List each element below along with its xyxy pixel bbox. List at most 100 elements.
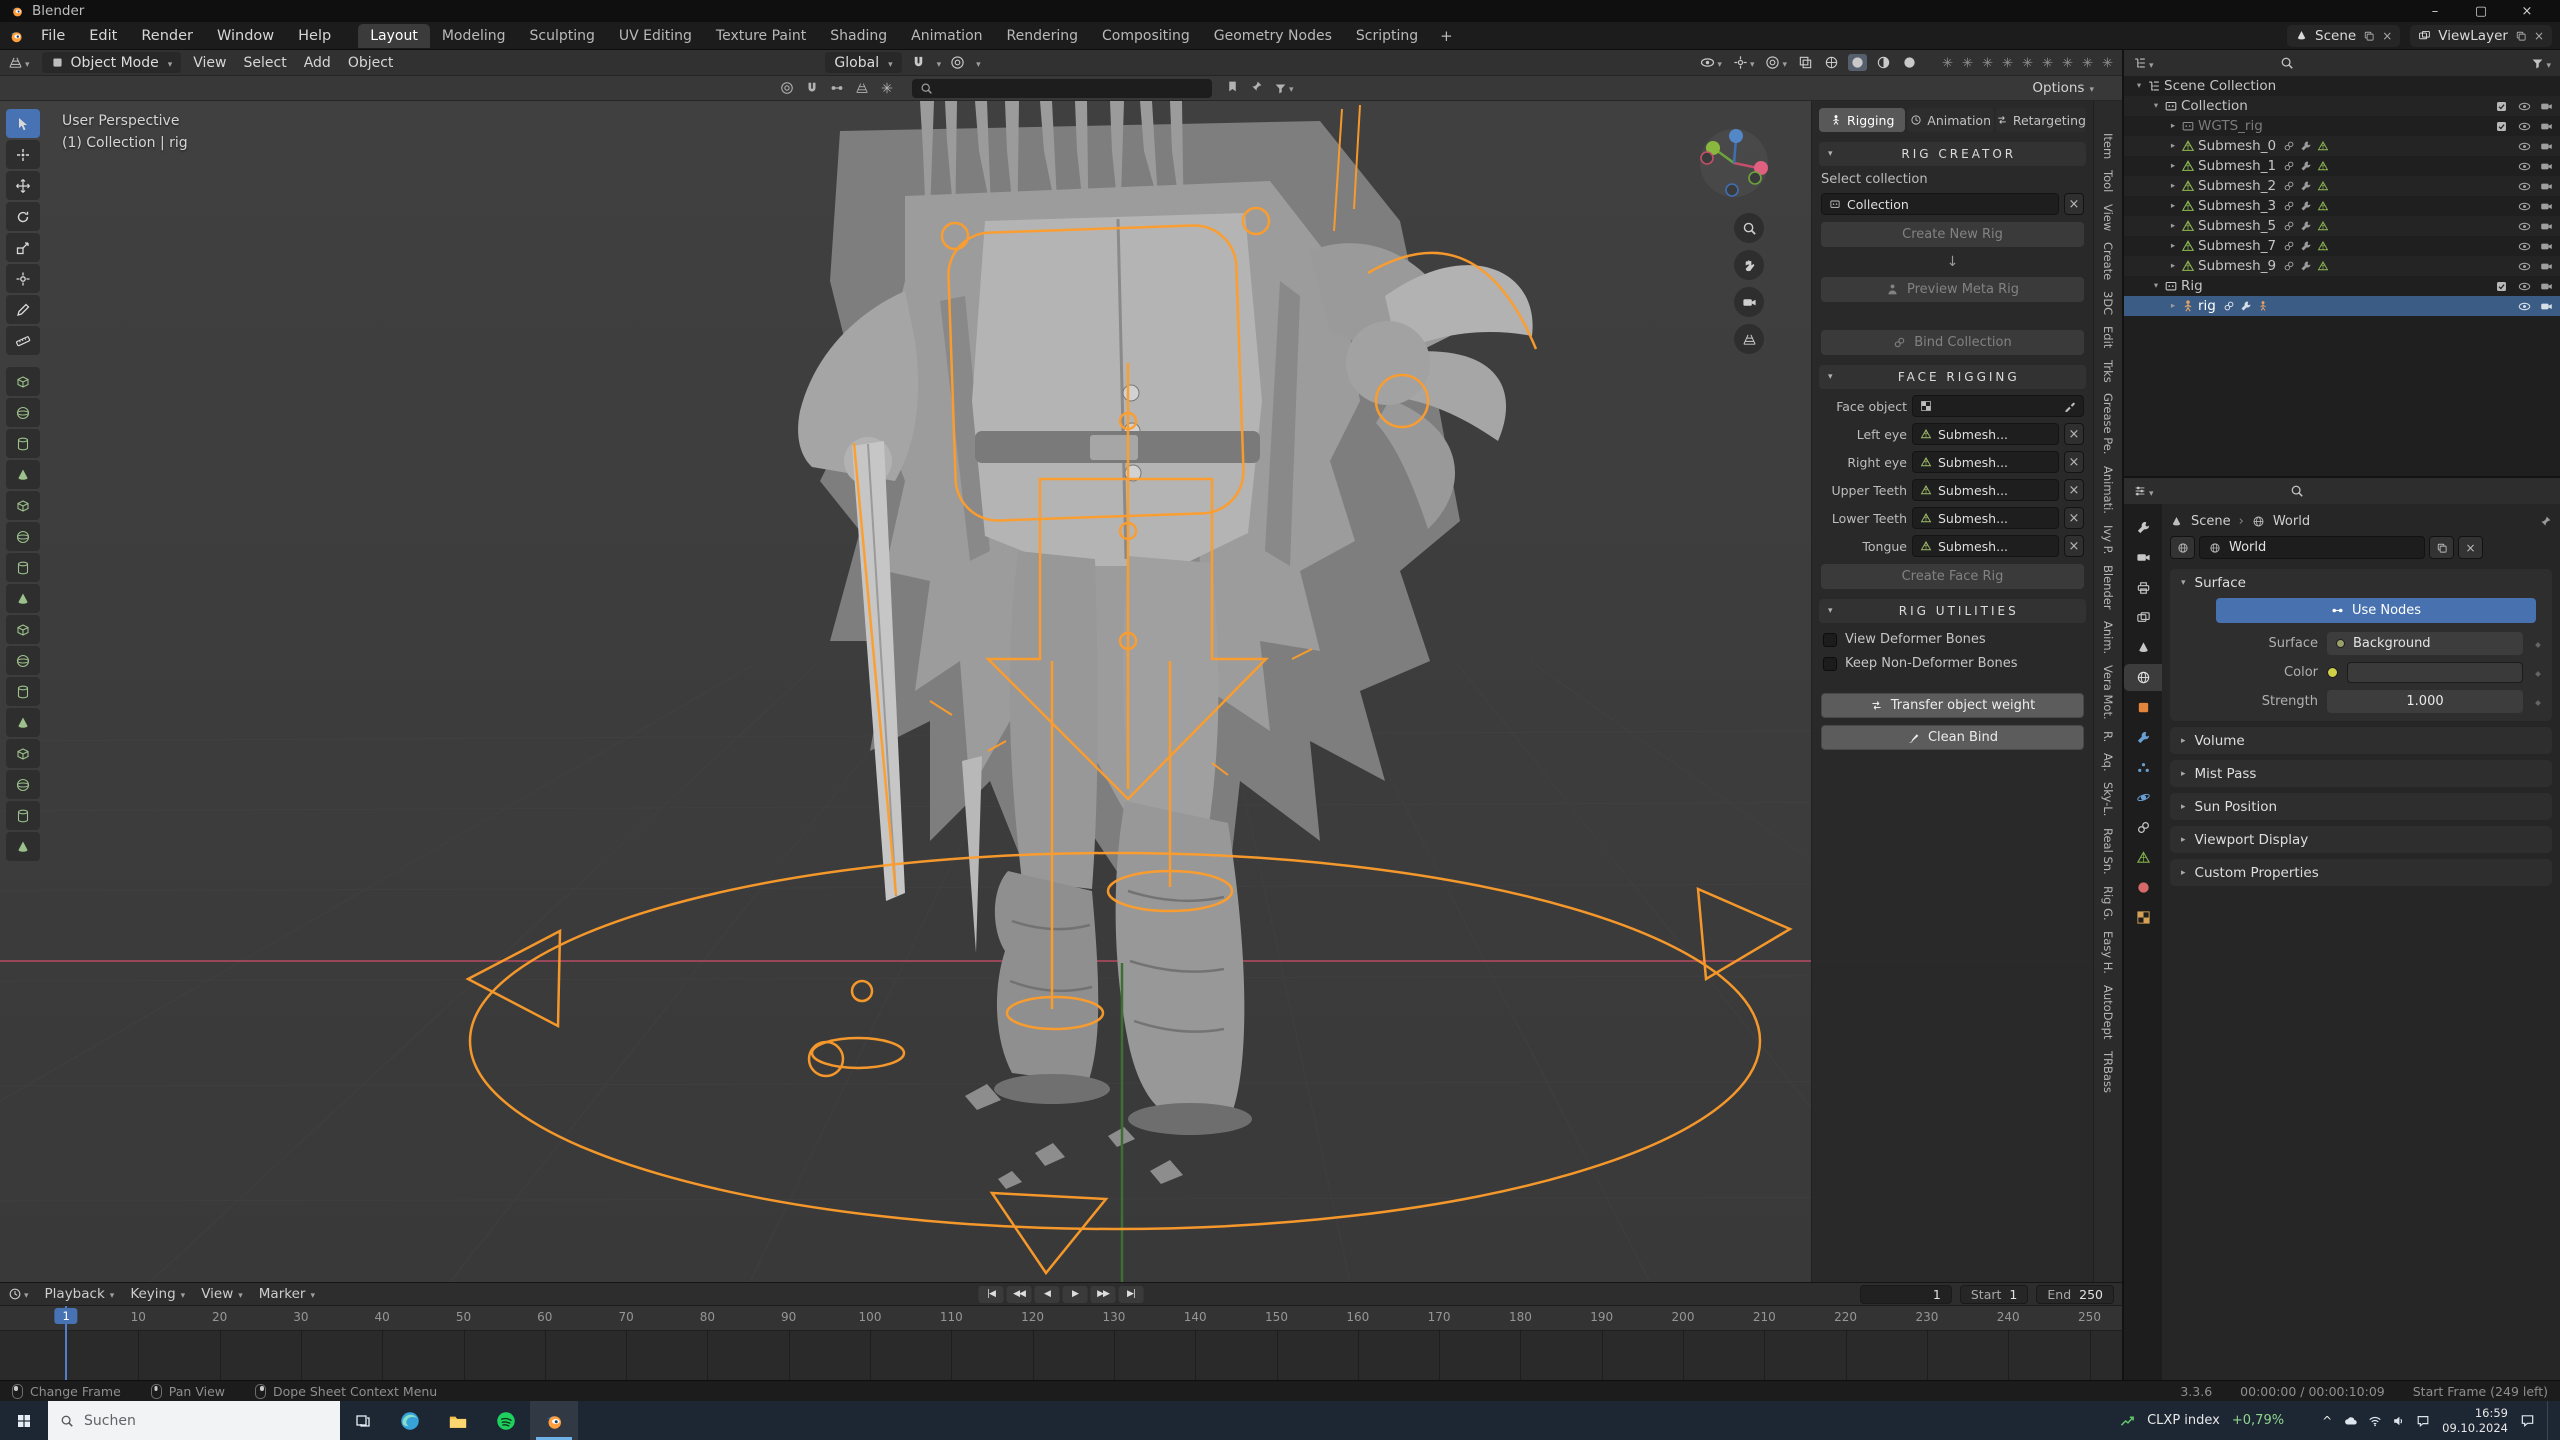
shading-rendered-icon[interactable] <box>1900 54 1919 71</box>
npanel-tab[interactable]: Rigging <box>1819 108 1905 132</box>
clear-collection-button[interactable] <box>2064 193 2084 215</box>
expand-caret-icon[interactable] <box>2166 221 2180 231</box>
workspace-tab[interactable]: Texture Paint <box>704 24 818 48</box>
editor-type-properties-icon[interactable] <box>2133 482 2154 500</box>
workspace-tab[interactable]: Compositing <box>1090 24 1202 48</box>
hide-viewport-eye-icon[interactable] <box>2518 280 2531 293</box>
npanel-category-tab[interactable]: Rig G. <box>2101 886 2115 921</box>
collection-field[interactable]: Collection <box>1821 193 2059 215</box>
search-icon[interactable] <box>2280 56 2294 70</box>
disable-render-camera-icon[interactable] <box>2540 180 2553 193</box>
workspace-tab[interactable]: Sculpting <box>518 24 607 48</box>
tool-search-field[interactable] <box>912 79 1212 98</box>
mode-dropdown[interactable]: Object Mode <box>42 52 182 73</box>
browse-world-button[interactable] <box>2170 536 2195 559</box>
toolsettings-icon[interactable] <box>880 81 894 95</box>
outliner-row[interactable]: Collection <box>2124 96 2560 116</box>
outliner-row[interactable]: Submesh_3 <box>2124 196 2560 216</box>
unlink-scene-icon[interactable]: × <box>2382 29 2392 43</box>
clean-bind-button[interactable]: Clean Bind <box>1821 725 2084 750</box>
current-frame-field[interactable]: 1 <box>1860 1285 1952 1304</box>
tool-addon-11[interactable] <box>6 677 40 706</box>
overlays-icon[interactable] <box>1763 54 1789 72</box>
face-object-field[interactable] <box>1912 395 2084 417</box>
header-extra-icon[interactable] <box>1941 56 1954 69</box>
color-swatch-field[interactable] <box>2347 662 2523 683</box>
collection-checkbox-icon[interactable] <box>2495 120 2508 133</box>
timeline-menu[interactable]: View <box>201 1286 243 1302</box>
npanel-category-tab[interactable]: Sky-L. <box>2101 782 2115 816</box>
animate-decorator-icon[interactable] <box>2532 694 2544 709</box>
header-extra-icon[interactable] <box>1961 56 1974 69</box>
visibility-icon[interactable] <box>1698 54 1724 72</box>
header-extra-icon[interactable] <box>2041 56 2054 69</box>
npanel-category-tab[interactable]: View <box>2101 204 2115 231</box>
face-slot-field[interactable]: Submesh... <box>1912 451 2059 473</box>
disable-render-camera-icon[interactable] <box>2540 100 2553 113</box>
tool-addon-12[interactable] <box>6 708 40 737</box>
tool-cursor[interactable] <box>6 140 40 169</box>
tool-transform[interactable] <box>6 264 40 293</box>
tool-addon-15[interactable] <box>6 801 40 830</box>
expand-caret-icon[interactable] <box>2166 241 2180 251</box>
checkbox[interactable] <box>1823 657 1837 671</box>
breadcrumb-world[interactable]: World <box>2273 514 2310 529</box>
tab-particles[interactable] <box>2124 754 2162 781</box>
npanel-category-tab[interactable]: Animati. <box>2101 466 2115 514</box>
tool-move[interactable] <box>6 171 40 200</box>
prev-keyframe-button[interactable]: ◀◀ <box>1007 1286 1032 1303</box>
face-rigging-header[interactable]: FACE RIGGING <box>1819 365 2086 389</box>
expand-caret-icon[interactable] <box>2166 201 2180 211</box>
face-slot-field[interactable]: Submesh... <box>1912 507 2059 529</box>
collapsed-panel-header[interactable]: Sun Position <box>2170 794 2552 819</box>
tool-addon-2[interactable] <box>6 398 40 427</box>
surface-panel-header[interactable]: Surface <box>2170 570 2552 595</box>
create-face-rig-button[interactable]: Create Face Rig <box>1821 564 2084 589</box>
hide-viewport-eye-icon[interactable] <box>2518 300 2531 313</box>
viewport-menu[interactable]: Add <box>304 55 331 71</box>
copy-icon[interactable] <box>2515 30 2527 42</box>
taskbar-app-explorer[interactable] <box>434 1401 482 1440</box>
play-button[interactable]: ▶ <box>1063 1286 1088 1303</box>
workspace-tab[interactable]: Scripting <box>1344 24 1430 48</box>
shading-material-icon[interactable] <box>1874 54 1893 71</box>
disable-render-camera-icon[interactable] <box>2540 200 2553 213</box>
tab-view-layer[interactable] <box>2124 604 2162 631</box>
timeline-menu[interactable]: Keying <box>130 1286 185 1302</box>
editor-type-outliner-icon[interactable] <box>2133 54 2154 72</box>
hide-viewport-eye-icon[interactable] <box>2518 140 2531 153</box>
hide-viewport-eye-icon[interactable] <box>2518 200 2531 213</box>
timeline-menu[interactable]: Marker <box>259 1286 315 1302</box>
bookmark-icon[interactable] <box>1226 80 1239 93</box>
minimize-button[interactable]: – <box>2412 4 2458 19</box>
add-workspace-button[interactable]: + <box>1430 25 1463 47</box>
tool-addon-1[interactable] <box>6 367 40 396</box>
outliner-row[interactable]: Submesh_0 <box>2124 136 2560 156</box>
camera-view-icon[interactable] <box>1734 287 1764 317</box>
search-icon[interactable] <box>2290 484 2304 498</box>
hidden-icons-button[interactable]: ^ <box>2322 1414 2332 1428</box>
collapsed-panel-header[interactable]: Viewport Display <box>2170 827 2552 852</box>
menu-item[interactable]: File <box>30 25 76 47</box>
proportional-editing-icon[interactable] <box>950 55 965 70</box>
navigation-gizmo[interactable] <box>1698 127 1770 199</box>
world-name-field[interactable]: World <box>2199 536 2425 559</box>
disable-render-camera-icon[interactable] <box>2540 280 2553 293</box>
tab-render[interactable] <box>2124 544 2162 571</box>
unlink-viewlayer-icon[interactable]: × <box>2534 29 2544 43</box>
expand-caret-icon[interactable] <box>2166 121 2180 131</box>
menu-item[interactable]: Help <box>287 25 342 47</box>
tab-data[interactable] <box>2124 844 2162 871</box>
npanel-tab[interactable]: Animation <box>1907 108 1993 132</box>
shading-wireframe-icon[interactable] <box>1822 54 1841 71</box>
snap-magnet-icon[interactable] <box>911 55 926 70</box>
face-slot-field[interactable]: Submesh... <box>1912 479 2059 501</box>
tool-measure[interactable] <box>6 326 40 355</box>
expand-caret-icon[interactable] <box>2166 181 2180 191</box>
use-nodes-button[interactable]: Use Nodes <box>2216 598 2536 623</box>
snap-settings-caret[interactable] <box>935 55 942 71</box>
npanel-category-tab[interactable]: Item <box>2101 133 2115 159</box>
face-slot-field[interactable]: Submesh... <box>1912 423 2059 445</box>
clear-face-slot-button[interactable] <box>2064 479 2084 501</box>
outliner-row[interactable]: WGTS_rig <box>2124 116 2560 136</box>
